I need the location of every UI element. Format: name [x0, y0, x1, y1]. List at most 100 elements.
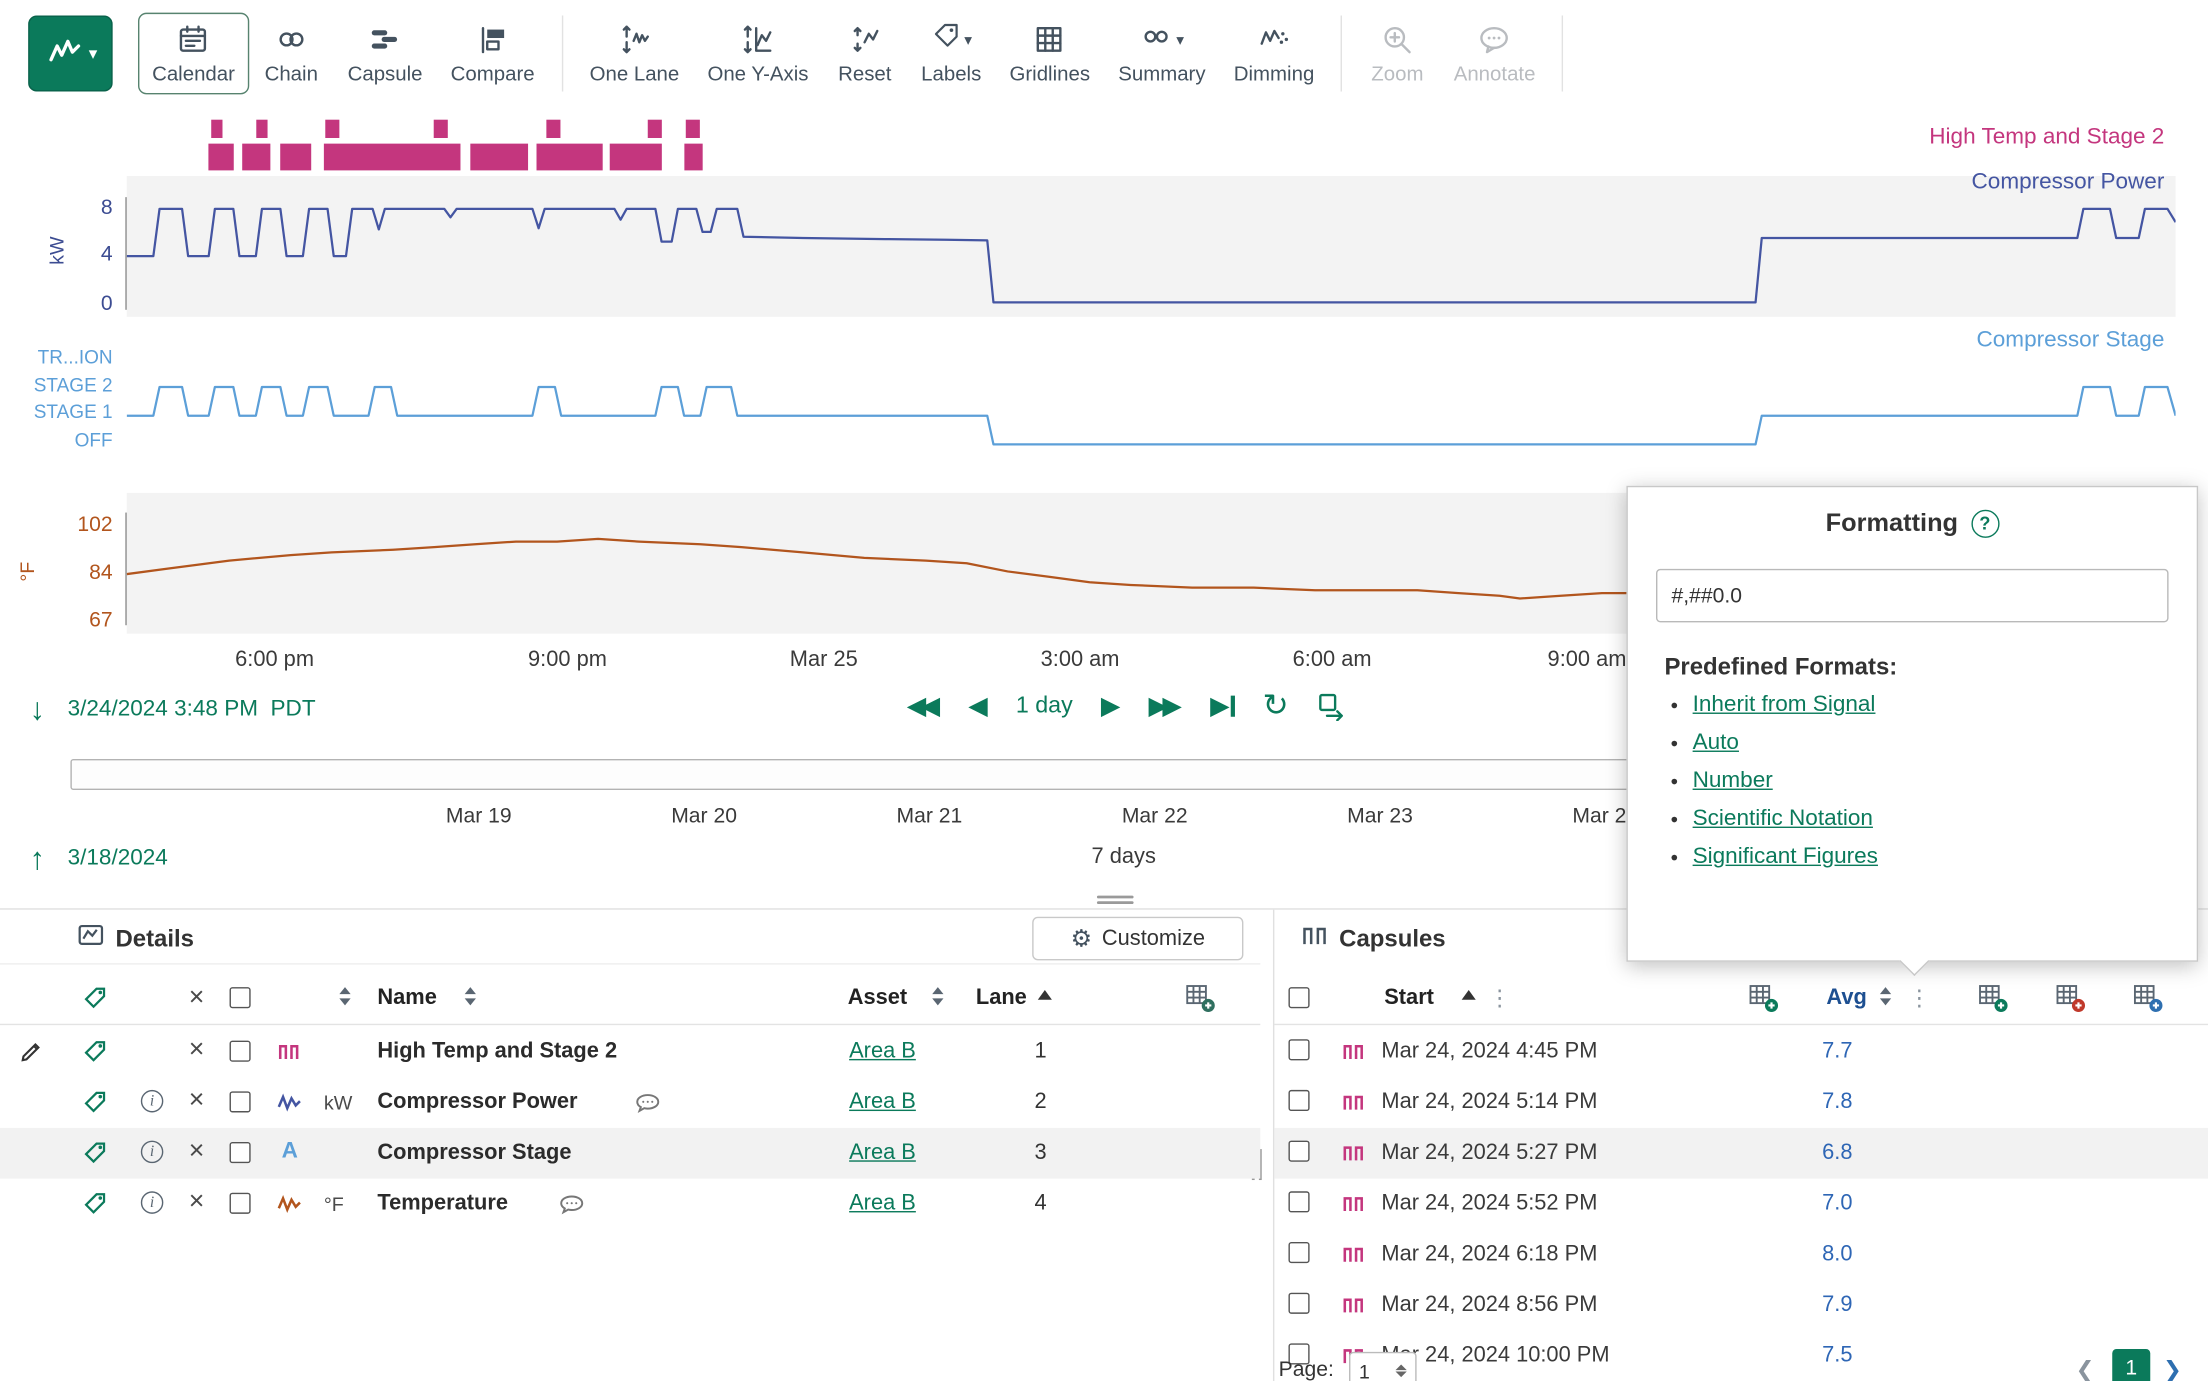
add-column-icon[interactable] — [1749, 983, 1779, 1020]
prev-page-icon[interactable]: ❮ — [2076, 1356, 2095, 1381]
investigate-start-arrow-icon[interactable]: ↓ — [30, 691, 45, 728]
row-checkbox[interactable] — [230, 1142, 251, 1163]
column-menu-icon[interactable]: ⋮ — [1488, 984, 1511, 1012]
row-checkbox[interactable] — [1288, 1090, 1309, 1111]
add-stat-column-icon[interactable] — [1978, 983, 2008, 1020]
capsule-track[interactable] — [127, 120, 2176, 176]
format-option-link[interactable]: Scientific Notation — [1693, 807, 1873, 831]
capsule-segment[interactable] — [209, 144, 234, 171]
capsule-segment[interactable] — [256, 120, 268, 138]
comment-icon[interactable] — [634, 1091, 662, 1121]
select-all-checkbox[interactable] — [230, 987, 251, 1008]
refresh-icon[interactable]: ↻ — [1263, 690, 1289, 721]
next-page-icon[interactable]: ❯ — [2163, 1356, 2182, 1381]
toolbar-annotate-button[interactable]: Annotate — [1440, 13, 1550, 95]
row-checkbox[interactable] — [1288, 1141, 1309, 1162]
capsule-segment[interactable] — [537, 144, 603, 171]
step-back-button[interactable]: ◀ — [968, 693, 987, 718]
investigate-range-start[interactable]: 3/18/2024 — [68, 846, 168, 871]
capsule-segment[interactable] — [547, 120, 561, 138]
asset-link[interactable]: Area B — [849, 1090, 916, 1115]
column-header-name[interactable]: Name — [377, 986, 436, 1011]
toolbar-capsule-button[interactable]: Capsule — [334, 13, 437, 95]
capsule-row[interactable]: Mar 24, 2024 5:14 PM 7.8 — [1274, 1077, 2208, 1128]
format-input[interactable] — [1656, 569, 2169, 623]
toolbar-one-lane-button[interactable]: One Lane — [575, 13, 693, 95]
row-checkbox[interactable] — [1288, 1191, 1309, 1212]
toolbar-compare-button[interactable]: Compare — [437, 13, 549, 95]
sort-icon[interactable] — [465, 987, 476, 1005]
item-tools-icon[interactable] — [83, 1039, 107, 1070]
toolbar-gridlines-button[interactable]: Gridlines — [995, 13, 1104, 95]
item-name[interactable]: Compressor Power — [377, 1090, 577, 1115]
display-range-start[interactable]: 3/24/2024 3:48 PM PDT — [68, 697, 316, 722]
item-name[interactable]: Temperature — [377, 1191, 508, 1216]
copy-range-icon[interactable] — [1317, 691, 1347, 721]
toolbar-labels-button[interactable]: ▾ Labels — [907, 13, 995, 95]
capsule-segment[interactable] — [686, 120, 700, 138]
row-checkbox[interactable] — [1288, 1039, 1309, 1060]
row-checkbox[interactable] — [1288, 1242, 1309, 1263]
capsule-row[interactable]: Mar 24, 2024 5:27 PM 6.8 — [1274, 1128, 2208, 1179]
row-checkbox[interactable] — [230, 1041, 251, 1062]
toolbar-chain-button[interactable]: Chain — [249, 13, 333, 95]
toolbar-reset-button[interactable]: Reset — [823, 13, 907, 95]
row-checkbox[interactable] — [230, 1193, 251, 1214]
remove-icon[interactable]: × — [189, 1087, 205, 1114]
format-option-link[interactable]: Inherit from Signal — [1693, 693, 1876, 717]
info-icon[interactable]: i — [141, 1191, 164, 1214]
capsule-segment[interactable] — [434, 120, 448, 138]
info-icon[interactable]: i — [141, 1141, 164, 1164]
column-header-start[interactable]: Start — [1384, 986, 1434, 1011]
capsule-segment[interactable] — [684, 144, 702, 171]
sort-icon[interactable] — [932, 987, 943, 1005]
column-menu-icon[interactable]: ⋮ — [1908, 984, 1931, 1012]
sort-ascending-icon[interactable] — [1038, 990, 1052, 1000]
format-option-link[interactable]: Number — [1693, 769, 1773, 793]
format-option-link[interactable]: Significant Figures — [1693, 845, 1878, 869]
power-lane-label[interactable]: Compressor Power — [1972, 170, 2165, 195]
capsule-row[interactable]: Mar 24, 2024 5:52 PM 7.0 — [1274, 1179, 2208, 1230]
sort-ascending-icon[interactable] — [1462, 990, 1476, 1000]
capsule-row[interactable]: Mar 24, 2024 8:56 PM 7.9 — [1274, 1280, 2208, 1331]
capsule-segment[interactable] — [323, 144, 460, 171]
toolbar-zoom-button[interactable]: Zoom — [1355, 13, 1439, 95]
workbench-logo-button[interactable]: ▾ — [28, 15, 112, 91]
item-tools-icon[interactable] — [83, 1090, 107, 1121]
capsule-row[interactable]: Mar 24, 2024 6:18 PM 8.0 — [1274, 1229, 2208, 1280]
table-row[interactable]: i × kW Compressor Power Area B 2 — [0, 1077, 1260, 1128]
horizontal-resize-handle[interactable] — [1097, 896, 1134, 909]
capsule-segment[interactable] — [325, 120, 339, 138]
spinner-icon[interactable] — [1395, 1365, 1406, 1378]
item-name[interactable]: Compressor Stage — [377, 1141, 571, 1166]
skip-to-now-button[interactable]: ▶ — [1210, 693, 1234, 718]
capsule-segment[interactable] — [241, 144, 270, 171]
lane-compressor-stage[interactable] — [127, 338, 2176, 468]
toolbar-one-y-axis-button[interactable]: One Y-Axis — [693, 13, 822, 95]
info-icon[interactable]: i — [141, 1090, 164, 1113]
remove-icon[interactable]: × — [189, 1036, 205, 1063]
sort-icon[interactable] — [339, 987, 350, 1005]
asset-link[interactable]: Area B — [849, 1141, 916, 1166]
capsule-row[interactable]: Mar 24, 2024 4:45 PM 7.7 — [1274, 1027, 2208, 1078]
column-header-asset[interactable]: Asset — [848, 986, 907, 1011]
edit-pencil-icon[interactable] — [20, 1039, 44, 1070]
table-row[interactable]: i × °F Temperature Area B 4 — [0, 1179, 1260, 1230]
table-row[interactable]: × High Temp and Stage 2 Area B 1 — [0, 1027, 1260, 1078]
toolbar-summary-button[interactable]: ▾ Summary — [1104, 13, 1220, 95]
comment-icon[interactable] — [558, 1193, 586, 1223]
investigate-range-duration[interactable]: 7 days — [1060, 845, 1187, 870]
lane-compressor-power[interactable] — [127, 176, 2176, 317]
capsule-segment[interactable] — [471, 144, 528, 171]
stage-lane-label[interactable]: Compressor Stage — [1977, 328, 2165, 353]
capsule-lane-label[interactable]: High Temp and Stage 2 — [1929, 125, 2164, 150]
item-tools-icon[interactable] — [83, 1141, 107, 1172]
capsule-segment[interactable] — [610, 144, 661, 171]
format-option-link[interactable]: Auto — [1693, 731, 1739, 755]
asset-link[interactable]: Area B — [849, 1039, 916, 1064]
asset-link[interactable]: Area B — [849, 1191, 916, 1216]
add-column-icon[interactable] — [1186, 983, 1216, 1020]
capsule-segment[interactable] — [280, 144, 311, 171]
duration-label[interactable]: 1 day — [1016, 692, 1073, 719]
toolbar-calendar-button[interactable]: Calendar — [138, 13, 249, 95]
